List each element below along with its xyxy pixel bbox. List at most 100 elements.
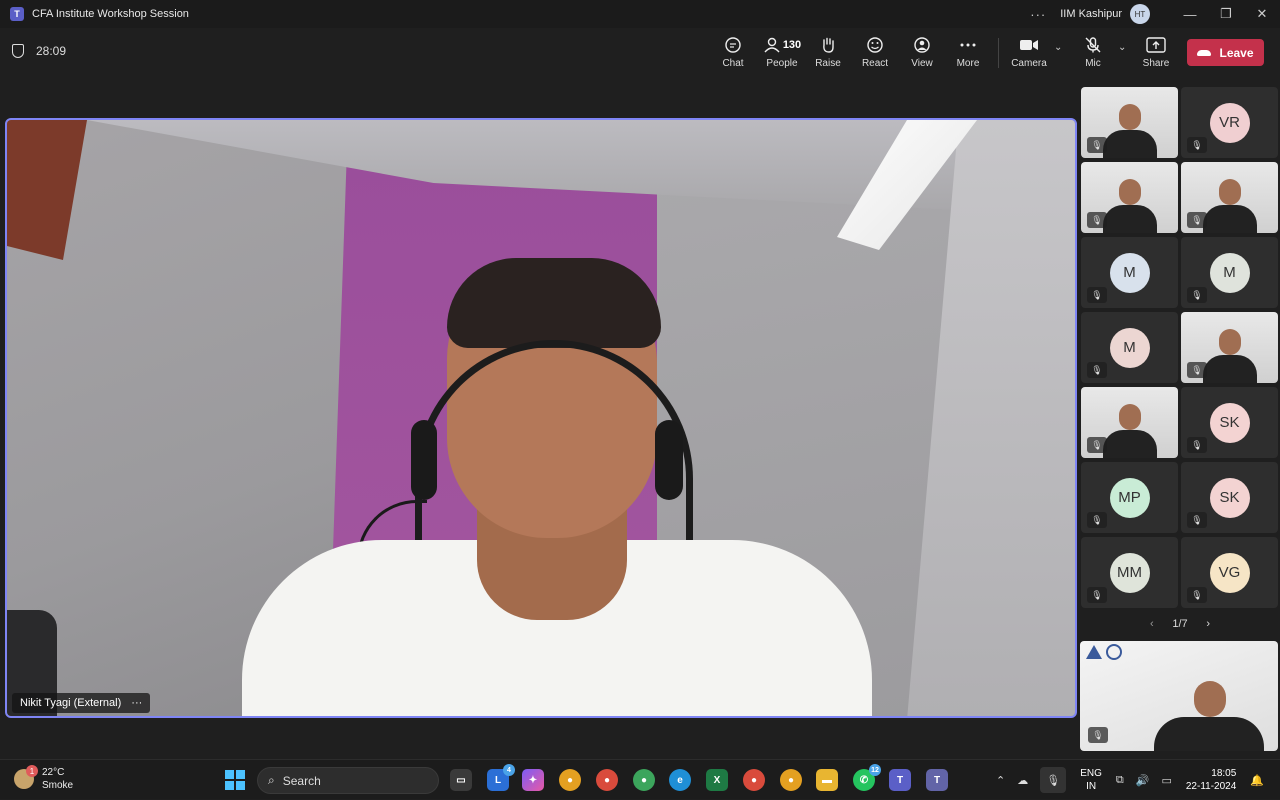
participant-avatar: M: [1209, 252, 1250, 293]
teams-icon[interactable]: T: [889, 769, 911, 791]
share-button[interactable]: Share: [1132, 34, 1180, 74]
chevron-left-icon[interactable]: ‹: [1150, 618, 1154, 630]
chat-icon: [724, 34, 742, 56]
camera-button[interactable]: Camera: [1005, 34, 1053, 74]
mic-muted-icon: 🎙: [1087, 512, 1107, 528]
window-title: CFA Institute Workshop Session: [32, 8, 189, 20]
start-button[interactable]: [225, 770, 245, 790]
raise-hand-button[interactable]: Raise: [804, 34, 852, 74]
org-name[interactable]: IIM Kashipur: [1060, 8, 1122, 20]
copilot-icon[interactable]: ✦: [522, 769, 544, 791]
participant-figure: [1102, 173, 1157, 233]
people-label: People: [766, 58, 798, 69]
mic-muted-icon: 🎙: [1187, 437, 1207, 453]
mic-muted-icon: 🎙: [1187, 212, 1207, 228]
participant-tile[interactable]: 🎙: [1081, 87, 1178, 158]
mic-muted-icon: 🎙: [1187, 362, 1207, 378]
more-options-icon[interactable]: ···: [1030, 7, 1046, 22]
chrome-icon[interactable]: ●: [596, 769, 618, 791]
participant-tile[interactable]: M 🎙: [1081, 237, 1178, 308]
participant-tile[interactable]: VR 🎙: [1181, 87, 1278, 158]
teams-meeting-icon[interactable]: T: [926, 769, 948, 791]
main-speaker-video[interactable]: Nikit Tyagi (External) ···: [5, 118, 1077, 718]
headset: [411, 420, 437, 500]
system-clock[interactable]: 18:05 22-11-2024: [1186, 767, 1236, 793]
self-view-video[interactable]: 🎙: [1080, 641, 1278, 751]
mic-muted-icon: 🎙: [1187, 137, 1207, 153]
weather-desc: Smoke: [42, 780, 74, 791]
leave-label: Leave: [1219, 45, 1254, 60]
excel-icon[interactable]: X: [706, 769, 728, 791]
page-indicator: 1/7: [1172, 618, 1188, 630]
mic-muted-icon: 🎙: [1087, 587, 1107, 603]
weather-widget[interactable]: 1 22°C Smoke: [14, 765, 74, 792]
camera-options-chevron-icon[interactable]: ⌄: [1054, 42, 1062, 53]
clock-date: 22-11-2024: [1185, 781, 1237, 792]
participant-figure: [1202, 173, 1257, 233]
participant-tile[interactable]: MP 🎙: [1081, 462, 1178, 533]
mic-muted-icon[interactable]: 🎙: [1040, 767, 1067, 793]
participant-tile[interactable]: VG 🎙: [1181, 537, 1278, 608]
title-bar: T CFA Institute Workshop Session ··· IIM…: [0, 0, 1280, 28]
participant-tile[interactable]: 🎙: [1181, 312, 1278, 383]
participant-tile[interactable]: 🎙: [1181, 162, 1278, 233]
chat-button[interactable]: Chat: [709, 34, 757, 74]
system-tray: ⌃ ☁ 🎙 ENG IN ⧉ 🔊 ▭ 18:05 22-11-2024 🔔: [990, 760, 1270, 800]
participant-avatar: SK: [1209, 402, 1250, 443]
edge-icon[interactable]: e: [669, 769, 691, 791]
participant-tile[interactable]: M 🎙: [1081, 312, 1178, 383]
minimize-button[interactable]: —: [1172, 0, 1208, 28]
camera-label: Camera: [1011, 58, 1047, 69]
chrome-icon[interactable]: ●: [633, 769, 655, 791]
participant-avatar: M: [1109, 252, 1150, 293]
view-button[interactable]: View: [898, 34, 946, 74]
people-button[interactable]: 130 People: [757, 34, 807, 74]
leave-button[interactable]: Leave: [1187, 39, 1264, 66]
participant-avatar: VR: [1209, 102, 1250, 143]
more-button[interactable]: More: [944, 34, 992, 74]
participant-avatar: MP: [1109, 477, 1150, 518]
user-avatar[interactable]: HT: [1130, 4, 1150, 24]
windows-taskbar: 1 22°C Smoke ⌕ Search ▭ L4 ✦ ● ● ● e X ●…: [0, 759, 1280, 799]
whatsapp-icon[interactable]: ✆ 12: [853, 764, 881, 791]
volume-icon[interactable]: 🔊: [1136, 774, 1150, 787]
maximize-button[interactable]: ❐: [1208, 0, 1244, 28]
weather-icon: 1: [14, 765, 38, 789]
participant-avatar: M: [1109, 327, 1150, 368]
participant-tile[interactable]: 🎙: [1081, 387, 1178, 458]
search-icon: ⌕: [268, 773, 275, 787]
speaker-name-tag: Nikit Tyagi (External) ···: [12, 693, 151, 713]
language-indicator[interactable]: ENG IN: [1080, 767, 1102, 793]
react-button[interactable]: React: [851, 34, 899, 74]
participant-tile[interactable]: SK 🎙: [1181, 387, 1278, 458]
onedrive-icon[interactable]: ☁: [1017, 774, 1028, 787]
chrome-icon[interactable]: ●: [559, 769, 581, 791]
file-explorer-icon[interactable]: ▬: [816, 769, 838, 791]
clock-time: 18:05: [1211, 768, 1237, 779]
notifications-icon[interactable]: 🔔: [1250, 774, 1264, 787]
mic-button[interactable]: Mic: [1069, 34, 1117, 74]
view-icon: [913, 34, 931, 56]
participant-tile[interactable]: MM 🎙: [1081, 537, 1178, 608]
speaker-name: Nikit Tyagi (External): [20, 697, 122, 709]
chevron-up-icon[interactable]: ⌃: [996, 774, 1005, 787]
mic-muted-icon: 🎙: [1087, 287, 1107, 303]
battery-icon[interactable]: ▭: [1161, 774, 1171, 787]
mic-options-chevron-icon[interactable]: ⌄: [1118, 42, 1126, 53]
linkedin-learning-icon[interactable]: L4: [487, 764, 515, 791]
search-label: Search: [282, 773, 321, 788]
speaker-options-icon[interactable]: ···: [131, 697, 142, 709]
participant-avatar: SK: [1209, 477, 1250, 518]
people-icon: 130: [763, 34, 801, 56]
task-view-icon[interactable]: ▭: [450, 769, 472, 791]
chrome-icon[interactable]: ●: [743, 769, 765, 791]
chevron-right-icon[interactable]: ›: [1206, 618, 1210, 630]
close-button[interactable]: ✕: [1244, 0, 1280, 28]
network-icon[interactable]: ⧉: [1116, 774, 1124, 787]
participant-tile[interactable]: 🎙: [1081, 162, 1178, 233]
chrome-icon[interactable]: ●: [780, 769, 802, 791]
taskbar-search[interactable]: ⌕ Search: [257, 767, 439, 794]
participant-tile[interactable]: M 🎙: [1181, 237, 1278, 308]
more-label: More: [956, 58, 980, 69]
participant-tile[interactable]: SK 🎙: [1181, 462, 1278, 533]
